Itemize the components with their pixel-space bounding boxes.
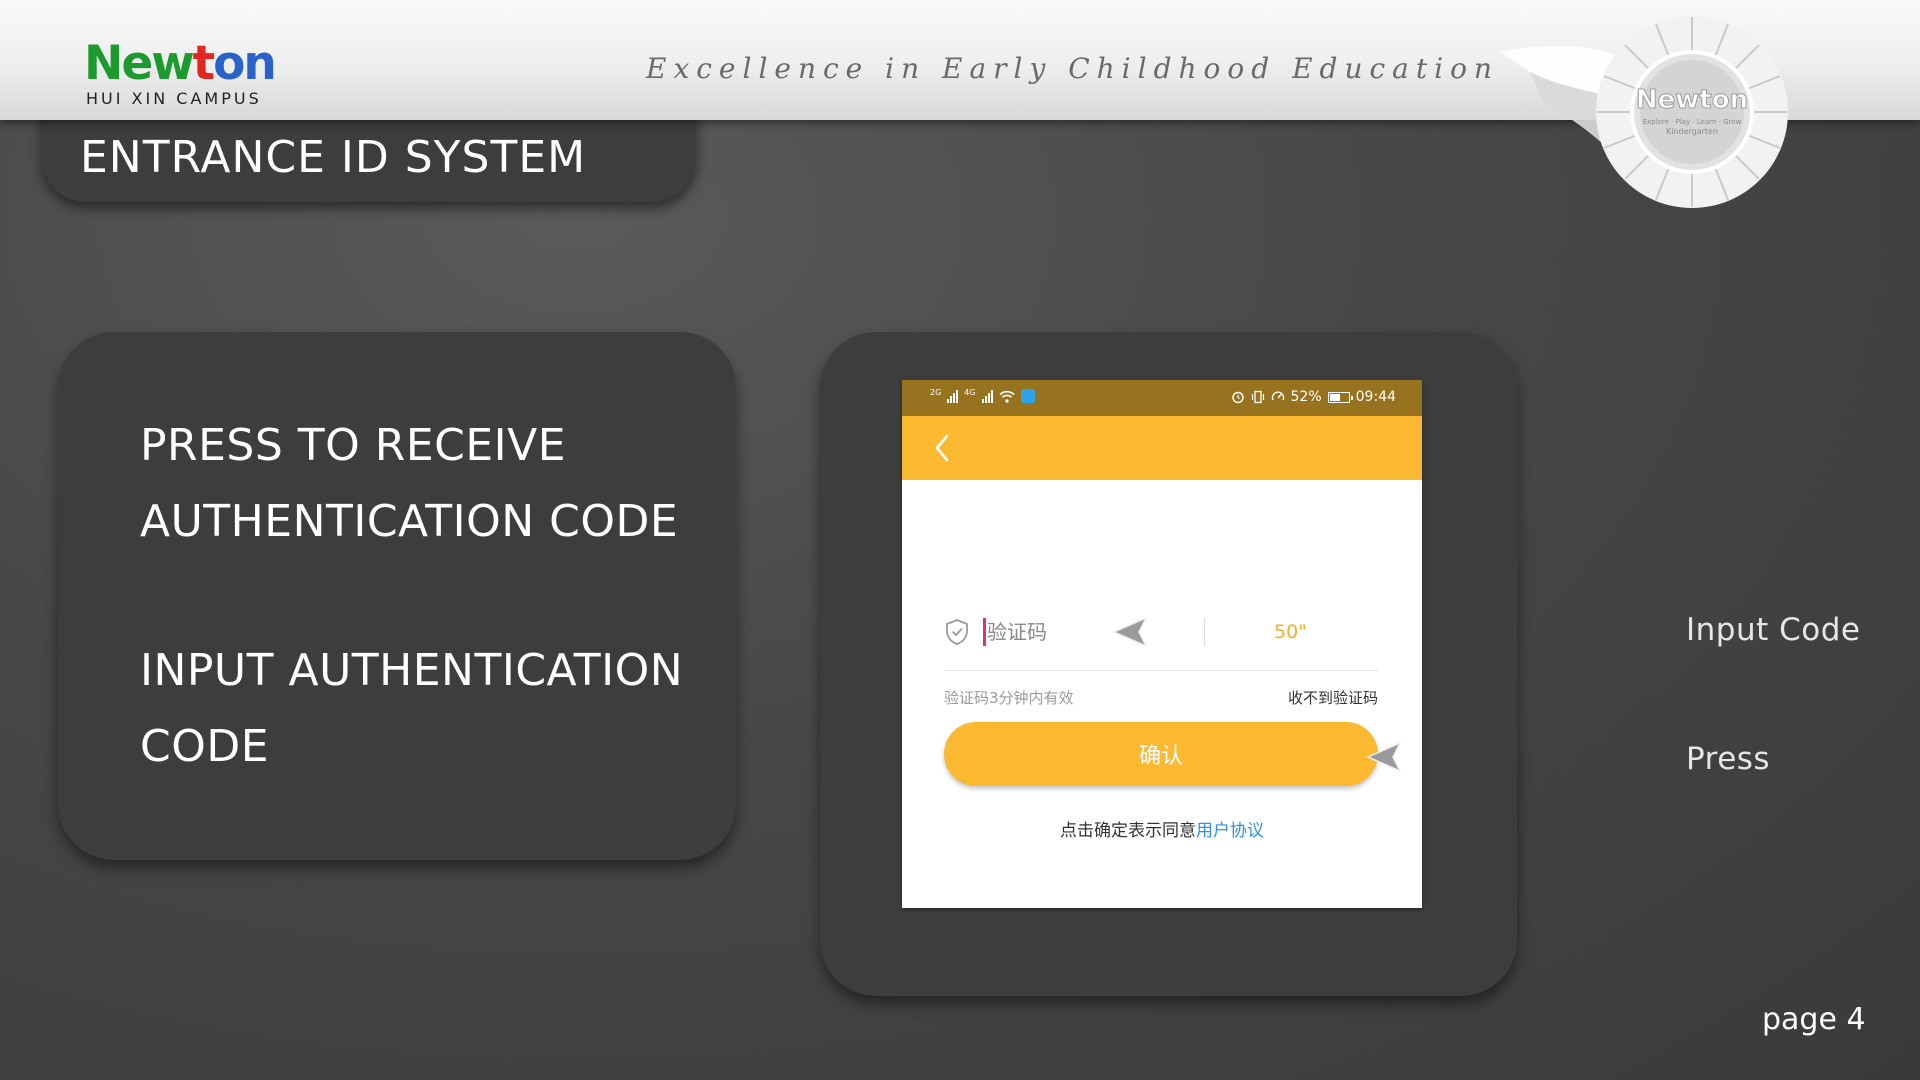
signal-icon [947, 389, 959, 403]
app-notification-icon [1020, 389, 1035, 403]
text-cursor [983, 618, 986, 646]
page-number: page 4 [1762, 1002, 1866, 1037]
status-time: 09:44 [1355, 389, 1396, 405]
instruction-panel: PRESS TO RECEIVE AUTHENTICATION CODE INP… [58, 332, 736, 860]
logo-letter: e [121, 36, 153, 91]
newton-seal-logo: Newton Explore · Play · Learn · Grow Kin… [1500, 16, 1788, 208]
battery-percent: 52% [1290, 389, 1322, 405]
agreement-text: 点击确定表示同意 [1060, 821, 1196, 841]
resend-countdown[interactable]: 50" [1274, 621, 1307, 643]
network-type-1: 2G [930, 388, 942, 397]
wifi-icon [999, 390, 1015, 403]
code-not-received-link[interactable]: 收不到验证码 [1288, 687, 1378, 708]
phone-screen: 2G 4G 52% 09:44 验证码 50" 验证码3分钟内有效 收不到验证码… [902, 380, 1422, 908]
shield-check-icon [946, 619, 968, 645]
logo-letter: w [151, 36, 194, 91]
logo-letter: t [192, 36, 216, 91]
logo-letter: n [243, 36, 276, 91]
battery-icon [1327, 391, 1353, 403]
vibrate-icon [1251, 390, 1264, 404]
back-chevron-icon[interactable] [928, 430, 958, 466]
verification-code-input[interactable] [987, 616, 1107, 648]
divider [1204, 618, 1205, 646]
app-bar [902, 416, 1422, 480]
logo-campus-name: HUI XIN CAMPUS [86, 89, 262, 108]
seal-motto: Explore · Play · Learn · Grow [1643, 118, 1742, 126]
tagline: Excellence in Early Childhood Education [646, 52, 1499, 85]
network-type-2: 4G [964, 388, 976, 397]
instruction-line: CODE [140, 721, 270, 772]
speed-icon [1271, 391, 1284, 401]
page-title: ENTRANCE ID SYSTEM [80, 132, 587, 183]
newton-logo: Newton HUI XIN CAMPUS [84, 36, 277, 109]
signal-icon [981, 389, 993, 403]
code-row: 50" [944, 610, 1378, 654]
logo-letter: N [84, 36, 123, 91]
logo-wordmark: Newton [84, 36, 277, 91]
callout-input-code: Input Code [1686, 612, 1861, 648]
callout-press: Press [1686, 741, 1771, 777]
status-bar: 2G 4G 52% 09:44 [902, 380, 1422, 416]
instruction-line: INPUT AUTHENTICATION [140, 645, 684, 696]
seal-title: Newton [1636, 85, 1748, 115]
instruction-line: PRESS TO RECEIVE [140, 420, 567, 471]
agreement-notice: 点击确定表示同意用户协议 [902, 816, 1422, 841]
logo-letter: o [213, 36, 245, 91]
alarm-icon [1231, 391, 1244, 404]
user-agreement-link[interactable]: 用户协议 [1196, 821, 1264, 841]
validity-hint: 验证码3分钟内有效 [944, 689, 1074, 707]
input-underline [944, 670, 1378, 671]
instruction-line: AUTHENTICATION CODE [140, 496, 679, 547]
confirm-button[interactable]: 确认 [944, 722, 1378, 786]
seal-kindergarten: Kindergarten [1666, 127, 1718, 136]
